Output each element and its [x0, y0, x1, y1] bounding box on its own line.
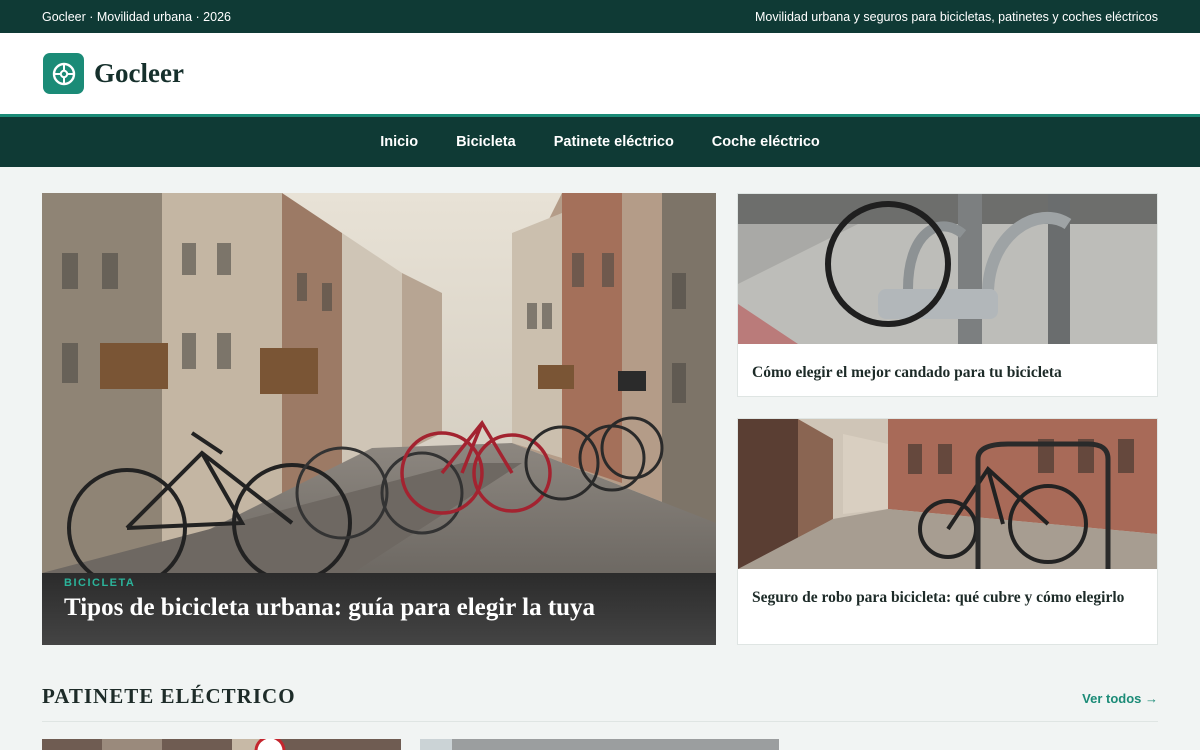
main-nav: Inicio Bicicleta Patinete eléctrico Coch… [0, 114, 1200, 167]
hero-article[interactable]: BICICLETA Tipos de bicicleta urbana: guí… [42, 193, 716, 645]
top-bar-right-text: Movilidad urbana y seguros para biciclet… [755, 9, 1158, 24]
section-article-image [42, 738, 401, 750]
section-article-image [420, 739, 779, 750]
site-logo-text[interactable]: Gocleer [94, 58, 184, 89]
nav-item-inicio[interactable]: Inicio [380, 134, 418, 150]
side-article-insurance-image [738, 419, 1157, 569]
side-article-insurance-title[interactable]: Seguro de robo para bicicleta: qué cubre… [738, 569, 1157, 608]
hero-caption: BICICLETA Tipos de bicicleta urbana: guí… [42, 573, 716, 645]
top-bar: Gocleer · Movilidad urbana · 2026 Movili… [0, 0, 1200, 33]
hero-title[interactable]: Tipos de bicicleta urbana: guía para ele… [64, 594, 694, 622]
section-header-patinete: PATINETE ELÉCTRICO Ver todos → [42, 684, 1158, 722]
compass-icon[interactable] [43, 53, 84, 94]
featured-grid: BICICLETA Tipos de bicicleta urbana: guí… [42, 193, 1158, 645]
nav-item-coche-electrico[interactable]: Coche eléctrico [712, 134, 820, 150]
side-article-lock-image [738, 194, 1157, 344]
side-article-insurance[interactable]: Seguro de robo para bicicleta: qué cubre… [737, 418, 1158, 645]
top-bar-left-text: Gocleer · Movilidad urbana · 2026 [42, 9, 231, 24]
section-article-thumbnail[interactable] [420, 738, 779, 750]
see-all-link[interactable]: Ver todos → [1082, 691, 1158, 706]
nav-item-patinete-electrico[interactable]: Patinete eléctrico [554, 134, 674, 150]
side-article-lock[interactable]: Cómo elegir el mejor candado para tu bic… [737, 193, 1158, 397]
section-article-thumbnail[interactable] [42, 738, 401, 750]
site-header: Gocleer [0, 33, 1200, 114]
nav-item-bicicleta[interactable]: Bicicleta [456, 134, 516, 150]
section-title: PATINETE ELÉCTRICO [42, 684, 296, 708]
side-article-lock-title[interactable]: Cómo elegir el mejor candado para tu bic… [738, 344, 1157, 383]
hero-category-label[interactable]: BICICLETA [64, 577, 694, 589]
